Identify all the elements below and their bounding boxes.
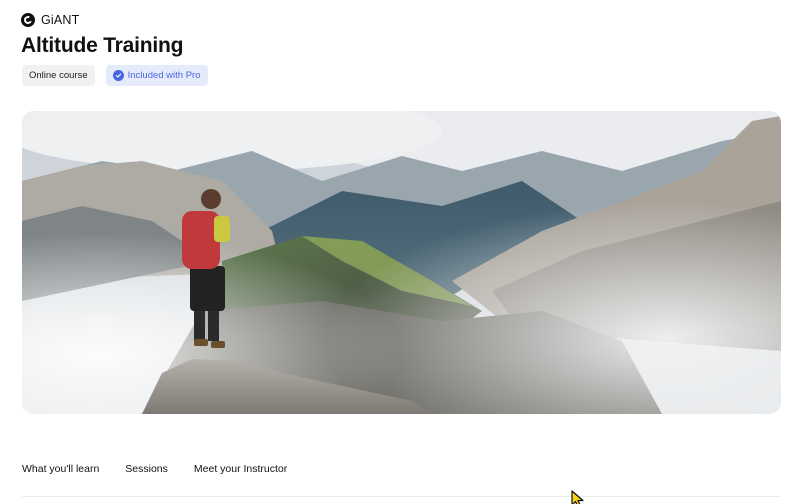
check-circle-icon: [112, 70, 124, 81]
giant-logo-icon: [21, 13, 35, 27]
online-course-badge: Online course: [22, 65, 95, 86]
brand-header[interactable]: GiANT: [21, 13, 80, 27]
tab-what-youll-learn[interactable]: What you'll learn: [22, 463, 99, 475]
brand-name: GiANT: [41, 13, 80, 27]
tab-sessions[interactable]: Sessions: [125, 463, 168, 475]
included-with-pro-label: Included with Pro: [127, 70, 201, 81]
tabs-divider: [22, 496, 781, 497]
course-tabs: What you'll learn Sessions Meet your Ins…: [22, 463, 287, 475]
hero-image: [22, 111, 781, 414]
tab-meet-your-instructor[interactable]: Meet your Instructor: [194, 463, 287, 475]
page-title: Altitude Training: [21, 34, 184, 57]
course-badges: Online course Included with Pro: [22, 65, 208, 86]
mouse-cursor-icon: [571, 490, 584, 504]
included-with-pro-badge: Included with Pro: [105, 65, 208, 86]
